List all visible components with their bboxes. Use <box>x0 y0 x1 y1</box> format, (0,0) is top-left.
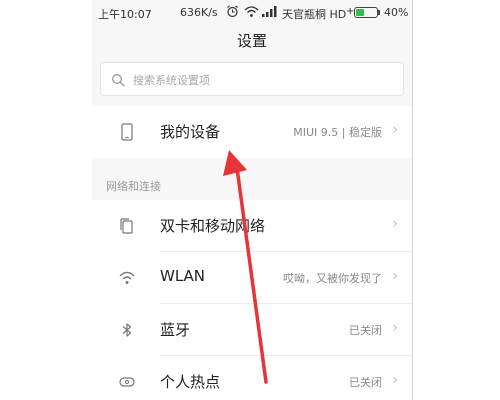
dual-sim-row[interactable]: 双卡和移动网络 › <box>92 200 412 252</box>
wifi-icon <box>244 6 259 17</box>
chevron-right-icon: › <box>392 216 398 232</box>
status-bar: 上午10:07 636K/s 天官瓶桐 HD + 40% <box>92 0 412 26</box>
phone-icon <box>121 123 133 141</box>
status-time: 上午10:07 <box>98 8 152 21</box>
alarm-icon <box>227 5 238 18</box>
search-input[interactable] <box>133 71 393 89</box>
hotspot-icon <box>119 377 135 387</box>
bluetooth-row[interactable]: 蓝牙 已关闭 › <box>92 304 412 356</box>
my-device-value: MIUI 9.5 | 稳定版 <box>293 126 382 139</box>
chevron-right-icon: › <box>392 122 398 138</box>
wifi-icon <box>119 271 135 284</box>
chevron-right-icon: › <box>392 372 398 388</box>
status-carrier: 天官瓶桐 HD <box>282 8 347 21</box>
wlan-row[interactable]: WLAN 哎呦，又被你发现了 › <box>92 252 412 304</box>
wlan-value: 哎呦，又被你发现了 <box>283 272 382 285</box>
chevron-right-icon: › <box>392 320 398 336</box>
status-battery-text: 40% <box>384 6 409 19</box>
hotspot-label: 个人热点 <box>160 373 221 391</box>
sim-card-icon <box>120 218 133 234</box>
bluetooth-icon <box>122 323 132 337</box>
bluetooth-value: 已关闭 <box>349 324 382 337</box>
battery-level-fill <box>356 9 364 16</box>
my-device-label: 我的设备 <box>160 123 221 141</box>
section-header-network: 网络和连接 <box>106 180 161 193</box>
page-title: 设置 <box>236 32 267 50</box>
battery-icon <box>354 7 378 18</box>
screen-edge-right <box>412 0 413 400</box>
wlan-label: WLAN <box>160 267 206 285</box>
search-bar[interactable] <box>100 62 404 96</box>
status-net-speed: 636K/s <box>180 6 218 19</box>
settings-screen: 上午10:07 636K/s 天官瓶桐 HD + 40% 设置 搜索系统设置项 … <box>92 0 412 400</box>
battery-tip <box>378 10 380 15</box>
hotspot-row[interactable]: 个人热点 已关闭 › <box>92 356 412 400</box>
signal-icon <box>262 6 277 17</box>
search-icon <box>112 74 125 87</box>
chevron-right-icon: › <box>392 268 398 284</box>
bluetooth-label: 蓝牙 <box>160 321 191 339</box>
dual-sim-label: 双卡和移动网络 <box>160 217 266 235</box>
hotspot-value: 已关闭 <box>349 376 382 389</box>
my-device-row[interactable]: 我的设备 MIUI 9.5 | 稳定版 › <box>92 106 412 158</box>
